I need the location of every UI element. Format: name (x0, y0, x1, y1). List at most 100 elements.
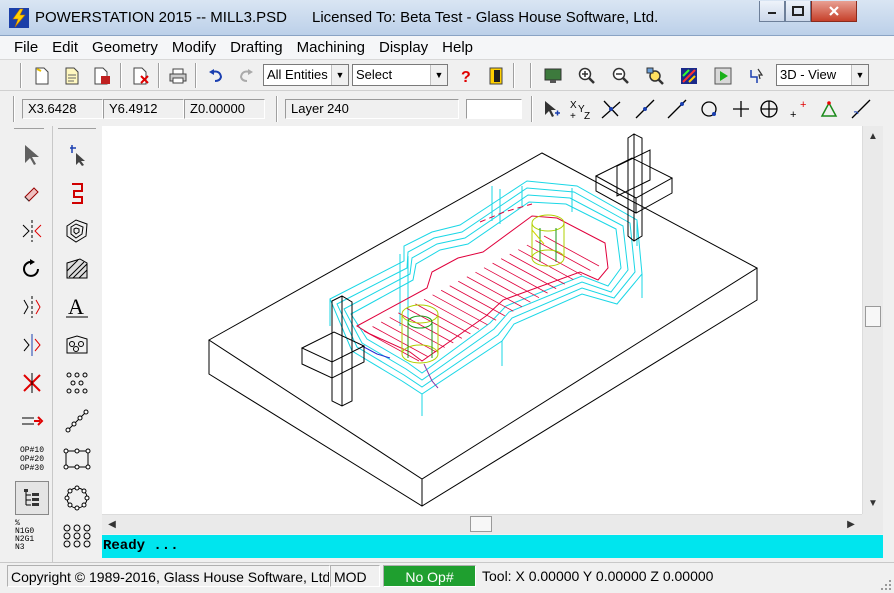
zoom-out-button[interactable] (609, 64, 633, 88)
mirror-tool[interactable] (15, 214, 49, 248)
copy-tool[interactable] (15, 328, 49, 362)
trim-tool[interactable] (15, 366, 49, 400)
svg-text:?: ? (461, 69, 471, 85)
rotate-icon (23, 259, 39, 277)
scroll-up-icon[interactable]: ▲ (864, 127, 882, 145)
hatch-icon (66, 258, 88, 279)
plus-button[interactable] (729, 97, 753, 121)
display-button[interactable] (541, 64, 565, 88)
toolpath-hatch-line (440, 289, 497, 321)
angle-line-button[interactable] (849, 97, 873, 121)
pocket-tool[interactable] (60, 214, 94, 248)
select-tool[interactable] (15, 138, 49, 172)
operations-list-tool[interactable]: OP#10 OP#20 OP#30 (15, 442, 49, 476)
op-label: OP#10 (19, 445, 44, 455)
undo-button[interactable] (204, 64, 228, 88)
cursor-snap-icon (545, 101, 560, 117)
monitor-icon (544, 68, 562, 83)
offset-tool[interactable] (15, 290, 49, 324)
maximize-button[interactable] (785, 1, 811, 22)
new-button[interactable] (30, 64, 54, 88)
menu-edit[interactable]: Edit (52, 39, 78, 56)
layer-field[interactable]: Layer 240 (285, 99, 459, 119)
point-pattern-tool[interactable] (60, 366, 94, 400)
cursor-snap-button[interactable] (539, 97, 563, 121)
line-icon (667, 99, 687, 119)
color-button[interactable] (677, 64, 701, 88)
vertical-scrollbar[interactable]: ▲ ▼ (862, 126, 883, 514)
hatch-tool[interactable] (60, 252, 94, 286)
close-file-button[interactable] (129, 64, 153, 88)
path-button[interactable] (745, 64, 769, 88)
print-button[interactable] (166, 64, 190, 88)
stock-block (208, 152, 758, 507)
chevron-down-icon: ▼ (331, 65, 348, 85)
zoom-in-button[interactable] (575, 64, 599, 88)
rect-points-icon (63, 448, 91, 470)
menu-file[interactable]: File (14, 39, 38, 56)
menu-help[interactable]: Help (442, 39, 473, 56)
minimize-button[interactable] (759, 1, 785, 22)
toolbar-divider (530, 63, 532, 88)
intersection-button[interactable] (599, 97, 623, 121)
circle-button[interactable] (697, 97, 721, 121)
zoom-window-button[interactable] (643, 64, 667, 88)
view-mode-value: 3D - View (780, 67, 837, 82)
point-button[interactable]: + + (787, 97, 811, 121)
vertical-scroll-thumb[interactable] (865, 306, 881, 327)
chain-tool[interactable] (60, 176, 94, 210)
save-button[interactable] (90, 64, 114, 88)
help-button[interactable]: ? (454, 64, 478, 88)
menu-geometry[interactable]: Geometry (92, 39, 158, 56)
horizontal-scrollbar[interactable]: ◀ ▶ (102, 514, 862, 534)
redo-button[interactable] (234, 64, 258, 88)
select-mode-select[interactable]: Select ▼ (352, 64, 448, 86)
menu-display[interactable]: Display (379, 39, 428, 56)
triangle-button[interactable] (817, 97, 841, 121)
dimension-icon (66, 335, 88, 354)
erase-tool[interactable] (15, 176, 49, 210)
close-button[interactable] (811, 1, 857, 22)
toolbar-divider (20, 63, 22, 88)
scroll-down-icon[interactable]: ▼ (864, 494, 882, 512)
auxiliary-field[interactable] (466, 99, 522, 119)
run-button[interactable] (711, 64, 735, 88)
op-label: OP#20 (19, 454, 44, 464)
line-button[interactable] (665, 97, 689, 121)
rect-points-tool[interactable] (60, 442, 94, 476)
horizontal-scroll-thumb[interactable] (470, 516, 492, 532)
open-button[interactable] (60, 64, 84, 88)
entity-filter-select[interactable]: All Entities ▼ (263, 64, 349, 86)
extend-tool[interactable] (15, 404, 49, 438)
scroll-corner (862, 514, 883, 534)
center-point-button[interactable] (757, 97, 781, 121)
nc-code-tool[interactable]: % N1G0 N2G1 N3 (15, 519, 49, 553)
text-tool[interactable]: A (60, 290, 94, 324)
select-multi-icon (70, 145, 85, 166)
menu-machining[interactable]: Machining (297, 39, 365, 56)
svg-text:+: + (570, 111, 576, 120)
scroll-left-icon[interactable]: ◀ (103, 515, 121, 533)
circle-points-tool[interactable] (60, 481, 94, 515)
app-icon[interactable] (9, 8, 29, 28)
exit-button[interactable] (484, 64, 508, 88)
rapid-moves (361, 203, 545, 389)
menu-drafting[interactable]: Drafting (230, 39, 283, 56)
toolpath-hatch-line (389, 317, 445, 348)
operation-indicator: No Op# (383, 565, 476, 587)
xyz-button[interactable]: X Y Z + (569, 97, 593, 121)
tree-view-icon (24, 489, 39, 506)
multi-select-tool[interactable] (60, 138, 94, 172)
line-points-tool[interactable] (60, 404, 94, 438)
drawing-canvas[interactable] (102, 126, 862, 514)
dimension-tool[interactable] (60, 328, 94, 362)
view-mode-select[interactable]: 3D - View ▼ (776, 64, 869, 86)
line-point-button[interactable] (633, 97, 657, 121)
tree-view-tool[interactable] (15, 481, 49, 515)
menu-modify[interactable]: Modify (172, 39, 216, 56)
rotate-tool[interactable] (15, 252, 49, 286)
scroll-right-icon[interactable]: ▶ (842, 515, 860, 533)
grid-points-tool[interactable] (60, 519, 94, 553)
resize-grip-icon[interactable] (880, 579, 892, 591)
points-pattern-icon (66, 372, 88, 394)
